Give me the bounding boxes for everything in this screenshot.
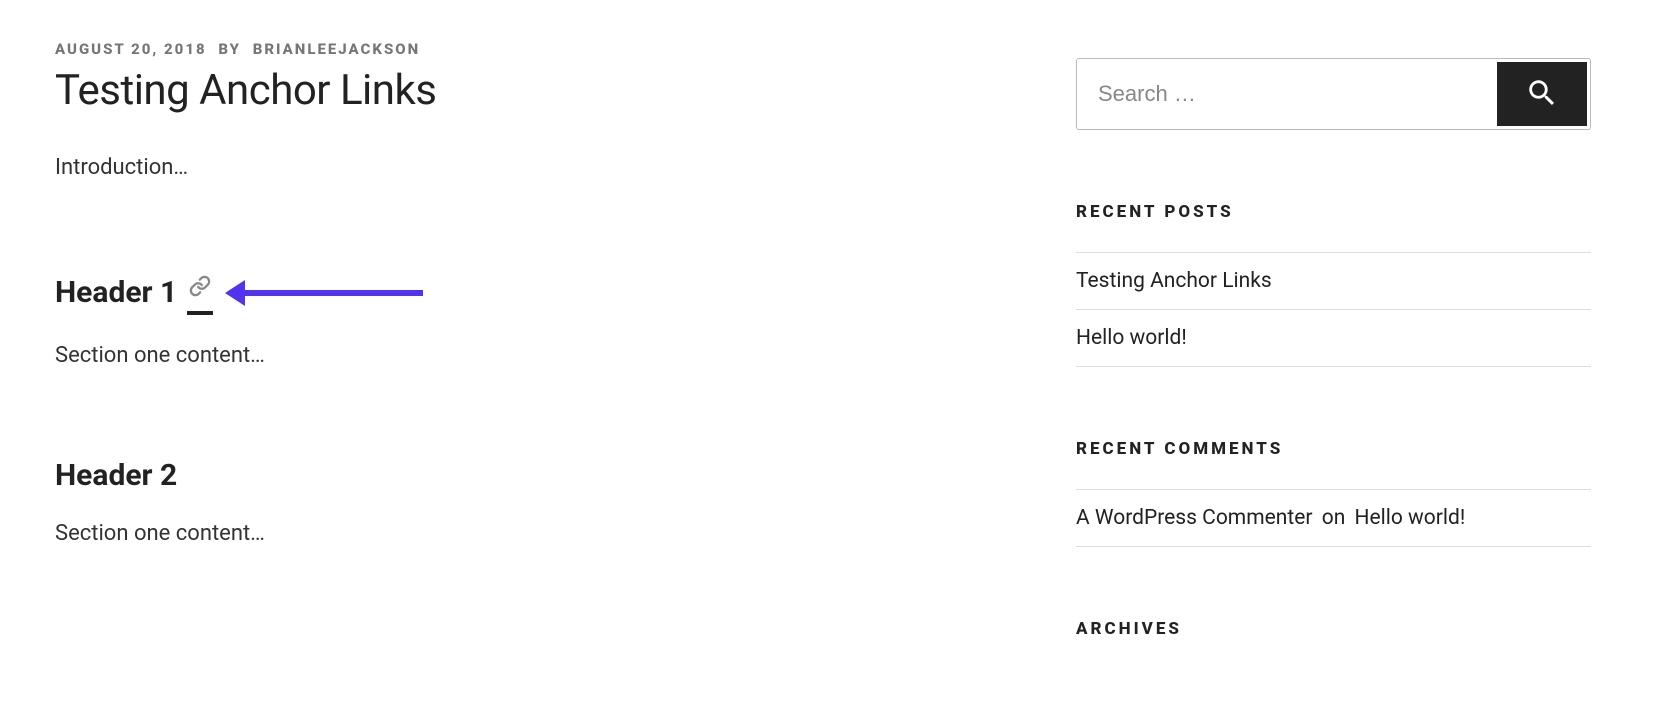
anchor-underline bbox=[187, 311, 213, 315]
list-item: Hello world! bbox=[1076, 309, 1591, 367]
recent-comments-title: RECENT COMMENTS bbox=[1076, 439, 1591, 459]
recent-post-link[interactable]: Hello world! bbox=[1076, 326, 1187, 350]
list-item: Testing Anchor Links bbox=[1076, 252, 1591, 309]
sidebar: RECENT POSTS Testing Anchor Links Hello … bbox=[1076, 40, 1621, 669]
section-header-1: Header 1 bbox=[55, 270, 1016, 315]
intro-text: Introduction… bbox=[55, 155, 1016, 180]
section-1-text: Section one content… bbox=[55, 343, 1016, 368]
comment-on-label: on bbox=[1322, 506, 1346, 530]
comment-post-link[interactable]: Hello world! bbox=[1355, 506, 1466, 530]
search-icon bbox=[1525, 76, 1559, 113]
comment-author-link[interactable]: A WordPress Commenter bbox=[1076, 506, 1313, 530]
recent-posts-title: RECENT POSTS bbox=[1076, 202, 1591, 222]
post-title: Testing Anchor Links bbox=[55, 66, 1016, 115]
anchor-link-1[interactable] bbox=[187, 270, 213, 315]
post-by-label: BY bbox=[218, 40, 241, 58]
post-meta: AUGUST 20, 2018 BY BRIANLEEJACKSON bbox=[55, 40, 1016, 58]
search-form bbox=[1076, 58, 1591, 130]
header-2-text: Header 2 bbox=[55, 458, 177, 493]
search-button[interactable] bbox=[1497, 62, 1587, 126]
header-1-text: Header 1 bbox=[55, 275, 177, 310]
recent-comments-list: A WordPress Commenter on Hello world! bbox=[1076, 489, 1591, 547]
recent-posts-list: Testing Anchor Links Hello world! bbox=[1076, 252, 1591, 367]
section-header-2: Header 2 bbox=[55, 458, 1016, 493]
section-2-text: Section one content… bbox=[55, 521, 1016, 546]
archives-title: ARCHIVES bbox=[1076, 619, 1591, 639]
annotation-arrow bbox=[243, 290, 423, 296]
post-author-link[interactable]: BRIANLEEJACKSON bbox=[253, 40, 420, 58]
list-item: A WordPress Commenter on Hello world! bbox=[1076, 489, 1591, 547]
search-input[interactable] bbox=[1080, 62, 1497, 126]
post-date: AUGUST 20, 2018 bbox=[55, 40, 207, 58]
main-content: AUGUST 20, 2018 BY BRIANLEEJACKSON Testi… bbox=[55, 40, 1016, 669]
recent-post-link[interactable]: Testing Anchor Links bbox=[1076, 269, 1272, 293]
link-icon bbox=[189, 270, 211, 305]
